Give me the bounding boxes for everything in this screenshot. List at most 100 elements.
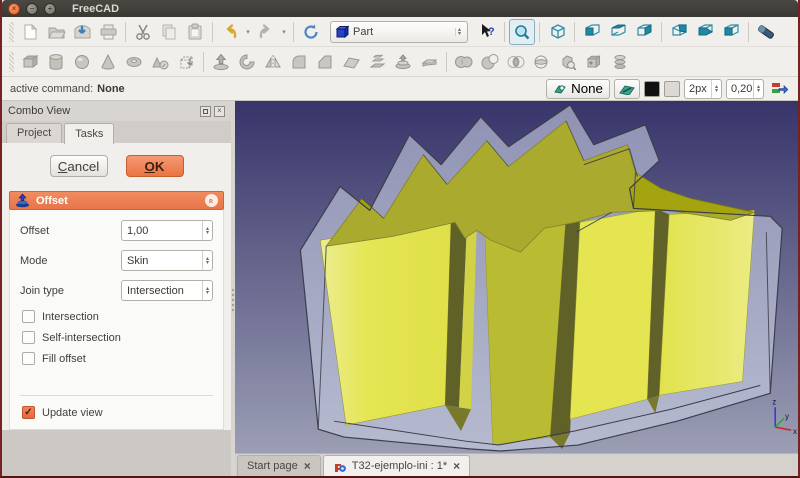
axonometric-view-button[interactable] [544, 19, 570, 45]
open-folder-icon [47, 23, 66, 41]
line-width-spinbox[interactable]: 2px ▴▾ [684, 79, 722, 99]
combo-arrows[interactable]: ▴▾ [202, 251, 212, 270]
part-shapebuilder-button[interactable] [173, 49, 199, 75]
update-view-checkbox-row[interactable]: ✓ Update view [22, 406, 213, 419]
rear-view-button[interactable] [666, 19, 692, 45]
save-button[interactable] [69, 19, 95, 45]
new-document-button[interactable] [17, 19, 43, 45]
part-chamfer-button[interactable] [312, 49, 338, 75]
compound-button[interactable] [581, 49, 607, 75]
boolean-common-button[interactable] [503, 49, 529, 75]
redo-button[interactable] [253, 19, 279, 45]
dock-close-button[interactable]: × [214, 106, 225, 117]
cross-sections-button[interactable] [607, 49, 633, 75]
toolbar-grip[interactable] [9, 22, 14, 42]
autogroup-button[interactable] [768, 78, 790, 100]
fit-all-button[interactable] [509, 19, 535, 45]
cancel-button[interactable]: Cancel [50, 155, 108, 177]
self-intersection-checkbox-row[interactable]: Self-intersection [22, 331, 213, 344]
redo-dropdown-caret[interactable]: ▾ [279, 19, 289, 45]
copy-icon [160, 23, 178, 41]
part-thickness-button[interactable] [416, 49, 442, 75]
open-document-button[interactable] [43, 19, 69, 45]
part-extrude-button[interactable] [208, 49, 234, 75]
spinner-arrows[interactable]: ▴▾ [711, 80, 721, 98]
window-minimize-button[interactable]: − [26, 3, 38, 15]
text-size-spinbox[interactable]: 0,20 ▴▾ [726, 79, 764, 99]
part-mirror-button[interactable] [260, 49, 286, 75]
tab-close-icon[interactable]: × [453, 460, 460, 472]
cut-button[interactable] [130, 19, 156, 45]
toolbar-separator [539, 22, 540, 42]
section-button[interactable] [529, 49, 555, 75]
workbench-selector[interactable]: Part ▴▾ [330, 21, 468, 43]
boolean-cut-button[interactable] [477, 49, 503, 75]
part-loft-button[interactable] [364, 49, 390, 75]
combo-arrows[interactable]: ▴▾ [202, 281, 212, 300]
part-cylinder-button[interactable] [43, 49, 69, 75]
mode-combobox[interactable]: Skin ▴▾ [121, 250, 213, 271]
fill-offset-checkbox-row[interactable]: Fill offset [22, 352, 213, 365]
part-box-button[interactable] [17, 49, 43, 75]
top-view-button[interactable] [605, 19, 631, 45]
text-size-value: 0,20 [731, 83, 753, 95]
offset-task-header[interactable]: Offset « [9, 191, 224, 210]
part-fillet-button[interactable] [286, 49, 312, 75]
tab-start-page-label: Start page [247, 460, 298, 472]
3d-viewport[interactable]: z y x [235, 101, 798, 453]
tab-tasks[interactable]: Tasks [64, 123, 114, 144]
window-maximize-button[interactable]: + [44, 3, 56, 15]
new-document-icon [21, 23, 39, 41]
clipboard-icon [186, 23, 204, 41]
update-view-checkbox[interactable]: ✓ [22, 406, 35, 419]
collapse-task-button[interactable]: « [205, 194, 218, 207]
spinner-arrows[interactable]: ▴▾ [202, 221, 212, 240]
intersection-checkbox[interactable] [22, 310, 35, 323]
print-button[interactable] [95, 19, 121, 45]
part-ruled-surface-button[interactable] [338, 49, 364, 75]
part-sphere-button[interactable] [69, 49, 95, 75]
offset-value-spinbox[interactable]: 1,00 ▴▾ [121, 220, 213, 241]
fill-offset-checkbox[interactable] [22, 352, 35, 365]
set-style-button[interactable] [614, 79, 640, 99]
copy-button[interactable] [156, 19, 182, 45]
chamfer-icon [316, 53, 334, 71]
part-cone-button[interactable] [95, 49, 121, 75]
toolbar-grip[interactable] [9, 52, 14, 72]
right-view-button[interactable] [631, 19, 657, 45]
bottom-view-icon [696, 22, 715, 41]
whats-this-button[interactable]: ? [474, 19, 500, 45]
join-type-combobox[interactable]: Intersection ▴▾ [121, 280, 213, 301]
paste-button[interactable] [182, 19, 208, 45]
axis-x-label: x [793, 427, 797, 436]
part-revolve-button[interactable] [234, 49, 260, 75]
undo-dropdown-caret[interactable]: ▾ [243, 19, 253, 45]
right-view-icon [635, 22, 654, 41]
self-intersection-checkbox[interactable] [22, 331, 35, 344]
refresh-button[interactable] [298, 19, 324, 45]
part-primitives-button[interactable]: ✓ [147, 49, 173, 75]
tab-start-page[interactable]: Start page × [237, 455, 321, 476]
tab-document[interactable]: T32-ejemplo-ini : 1* × [323, 455, 470, 476]
bottom-view-button[interactable] [692, 19, 718, 45]
measure-button[interactable] [753, 19, 779, 45]
part-torus-button[interactable] [121, 49, 147, 75]
spinner-arrows[interactable]: ▴▾ [753, 80, 763, 98]
working-plane-button[interactable]: None [546, 79, 610, 99]
tab-close-icon[interactable]: × [304, 460, 311, 472]
scissors-icon [134, 23, 152, 41]
dock-float-button[interactable] [200, 106, 211, 117]
check-geometry-button[interactable] [555, 49, 581, 75]
intersection-checkbox-row[interactable]: Intersection [22, 310, 213, 323]
front-view-button[interactable] [579, 19, 605, 45]
boolean-union-button[interactable] [451, 49, 477, 75]
face-color-swatch[interactable] [664, 81, 680, 97]
ok-button[interactable]: OK [126, 155, 184, 177]
close-icon: × [217, 107, 222, 115]
part-offset-button[interactable] [390, 49, 416, 75]
window-close-button[interactable]: × [8, 3, 20, 15]
line-color-swatch[interactable] [644, 81, 660, 97]
left-view-button[interactable] [718, 19, 744, 45]
undo-button[interactable] [217, 19, 243, 45]
tab-project[interactable]: Project [6, 123, 62, 143]
